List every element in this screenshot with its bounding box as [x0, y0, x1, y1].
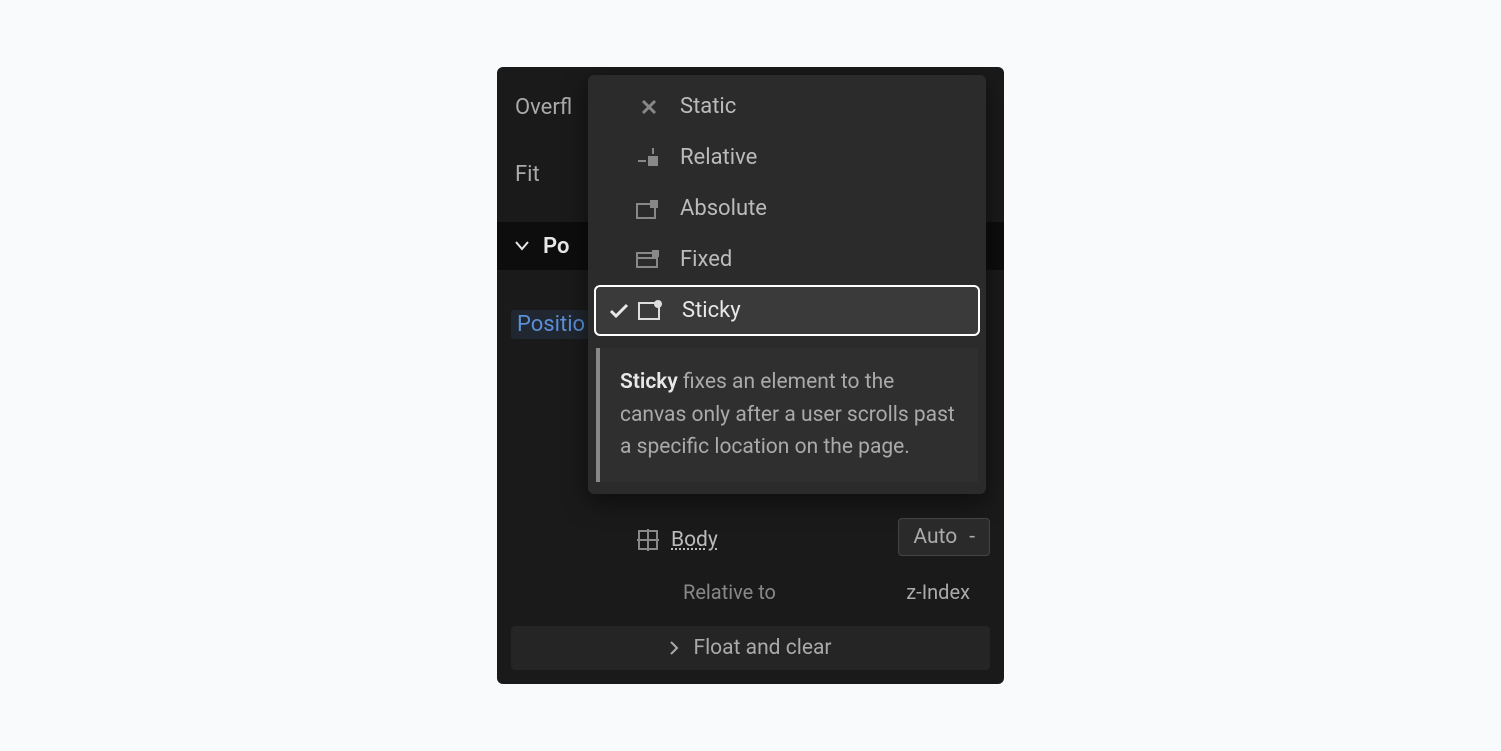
section-title: Po [543, 234, 569, 259]
relative-to-text: Relative to [683, 580, 776, 604]
auto-text: Auto [913, 525, 957, 549]
dropdown-item-sticky[interactable]: Sticky [594, 285, 980, 336]
body-icon [637, 529, 659, 551]
float-clear-toggle[interactable]: Float and clear [511, 626, 990, 670]
absolute-icon [632, 199, 666, 219]
fit-text: Fit [515, 162, 540, 187]
fixed-icon [632, 250, 666, 270]
dropdown-item-label: Static [680, 94, 736, 119]
dropdown-item-label: Fixed [680, 247, 732, 272]
z-index-value[interactable]: Auto - [898, 518, 990, 556]
dropdown-item-fixed[interactable]: Fixed [588, 234, 986, 285]
style-panel: Overfl Fit Po Positio Static Relative [497, 67, 1004, 684]
dropdown-item-static[interactable]: Static [588, 81, 986, 132]
z-index-label: z-Index [906, 580, 970, 604]
body-link-text: Body [671, 528, 718, 552]
dropdown-item-label: Relative [680, 145, 757, 170]
sticky-tooltip: Sticky fixes an element to the canvas on… [596, 348, 978, 482]
overflow-label: Overfl [497, 95, 590, 120]
fit-label: Fit [497, 162, 558, 187]
relative-to-label: Relative to [683, 580, 776, 604]
relative-icon [632, 148, 666, 168]
dropdown-item-absolute[interactable]: Absolute [588, 183, 986, 234]
chevron-down-icon [515, 241, 529, 251]
dropdown-item-relative[interactable]: Relative [588, 132, 986, 183]
check-icon [604, 303, 634, 319]
z-index-text: z-Index [906, 580, 970, 604]
position-property-label[interactable]: Positio [511, 310, 591, 339]
static-icon [632, 97, 666, 117]
auto-suffix: - [969, 525, 975, 549]
overflow-text: Overfl [515, 95, 572, 120]
position-dropdown: Static Relative Absolute Fixed [588, 75, 986, 494]
position-label-text: Positio [517, 312, 585, 337]
float-clear-label: Float and clear [693, 636, 831, 660]
dropdown-item-label: Absolute [680, 196, 767, 221]
tooltip-strong: Sticky [620, 370, 678, 394]
sticky-icon [634, 300, 668, 322]
relative-to-body[interactable]: Body [637, 528, 718, 552]
dropdown-item-label: Sticky [682, 298, 741, 323]
chevron-right-icon [669, 641, 679, 655]
